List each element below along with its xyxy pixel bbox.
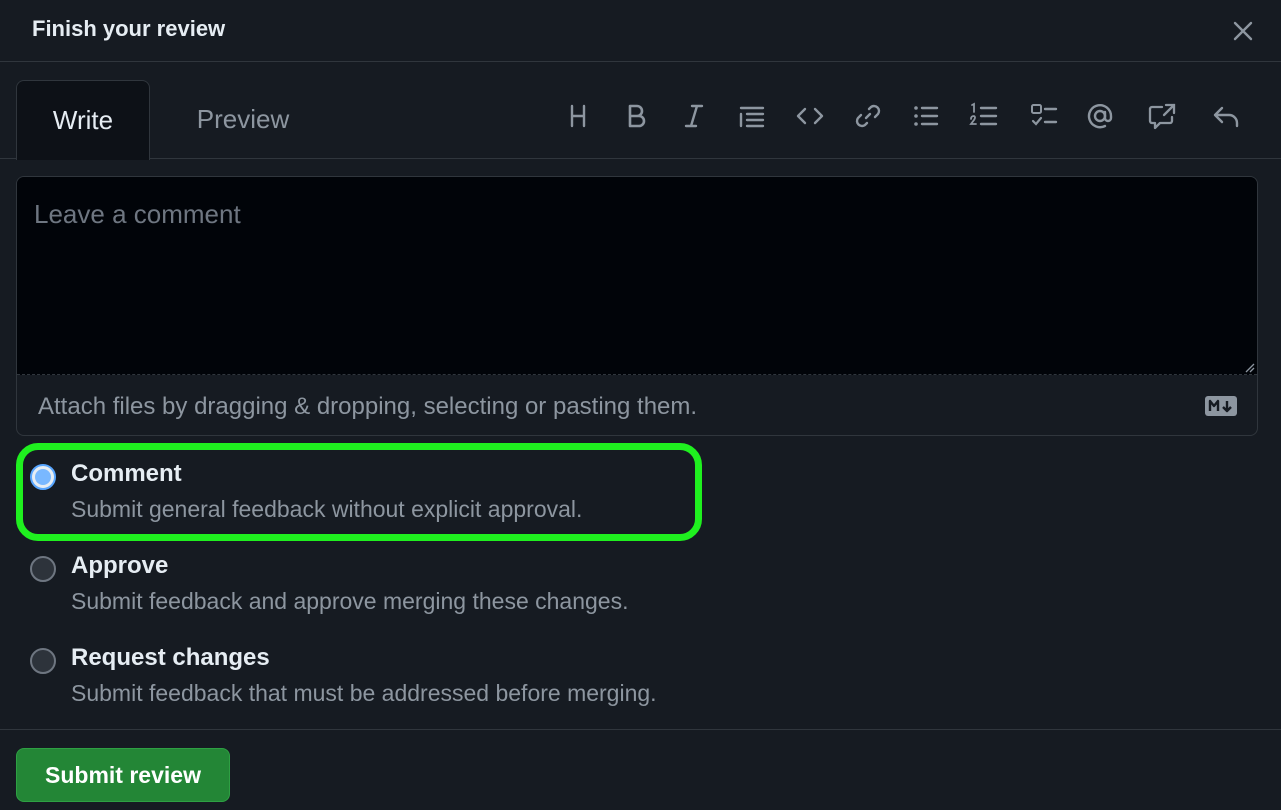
close-button[interactable]	[1226, 14, 1260, 48]
editor-tabbar: Write Preview	[0, 62, 1281, 160]
heading-icon	[570, 104, 586, 128]
unordered-list-button[interactable]	[906, 96, 946, 136]
option-description: Submit general feedback without explicit…	[71, 496, 583, 522]
dialog-title: Finish your review	[32, 16, 226, 41]
dialog-footer: Submit review	[0, 729, 1281, 810]
saved-reply-button[interactable]	[1206, 96, 1246, 136]
ordered-list-button[interactable]	[964, 96, 1004, 136]
review-option-approve[interactable]: Approve Submit feedback and approve merg…	[30, 548, 750, 618]
reply-icon	[1213, 106, 1239, 128]
italic-button[interactable]	[674, 96, 714, 136]
quote-icon	[739, 106, 765, 128]
quote-button[interactable]	[732, 96, 772, 136]
comment-radio[interactable]	[30, 464, 56, 490]
bold-icon	[628, 104, 646, 128]
tasklist-icon	[1031, 104, 1058, 126]
review-option-request-changes[interactable]: Request changes Submit feedback that mus…	[30, 640, 750, 710]
tab-write[interactable]: Write	[16, 80, 150, 160]
approve-radio[interactable]	[30, 556, 56, 582]
link-icon	[855, 104, 881, 128]
submit-review-button[interactable]: Submit review	[16, 748, 230, 802]
comment-editor: Attach files by dragging & dropping, sel…	[16, 176, 1258, 436]
dialog-header: Finish your review	[0, 0, 1281, 62]
x-icon	[1233, 21, 1253, 41]
comment-textarea[interactable]	[17, 177, 1257, 375]
markdown-icon	[1205, 396, 1237, 416]
option-label: Request changes	[71, 644, 270, 671]
attach-files-text[interactable]: Attach files by dragging & dropping, sel…	[38, 393, 697, 421]
code-icon	[796, 107, 824, 125]
review-option-comment[interactable]: Comment Submit general feedback without …	[30, 456, 750, 526]
mention-button[interactable]	[1080, 96, 1120, 136]
mention-icon	[1087, 104, 1113, 129]
italic-icon	[684, 104, 704, 128]
list-unordered-icon	[914, 106, 939, 126]
resize-grip-icon[interactable]	[1243, 361, 1255, 373]
code-button[interactable]	[790, 96, 830, 136]
option-description: Submit feedback and approve merging thes…	[71, 588, 629, 614]
tab-preview[interactable]: Preview	[172, 80, 314, 159]
bold-button[interactable]	[616, 96, 656, 136]
option-label: Comment	[71, 460, 182, 487]
reference-button[interactable]	[1142, 96, 1182, 136]
option-label: Approve	[71, 552, 169, 579]
option-description: Submit feedback that must be addressed b…	[71, 680, 657, 706]
link-button[interactable]	[848, 96, 888, 136]
heading-button[interactable]	[558, 96, 598, 136]
task-list-button[interactable]	[1024, 96, 1064, 136]
cross-reference-icon	[1148, 103, 1176, 130]
list-ordered-icon	[969, 102, 998, 126]
request-changes-radio[interactable]	[30, 648, 56, 674]
